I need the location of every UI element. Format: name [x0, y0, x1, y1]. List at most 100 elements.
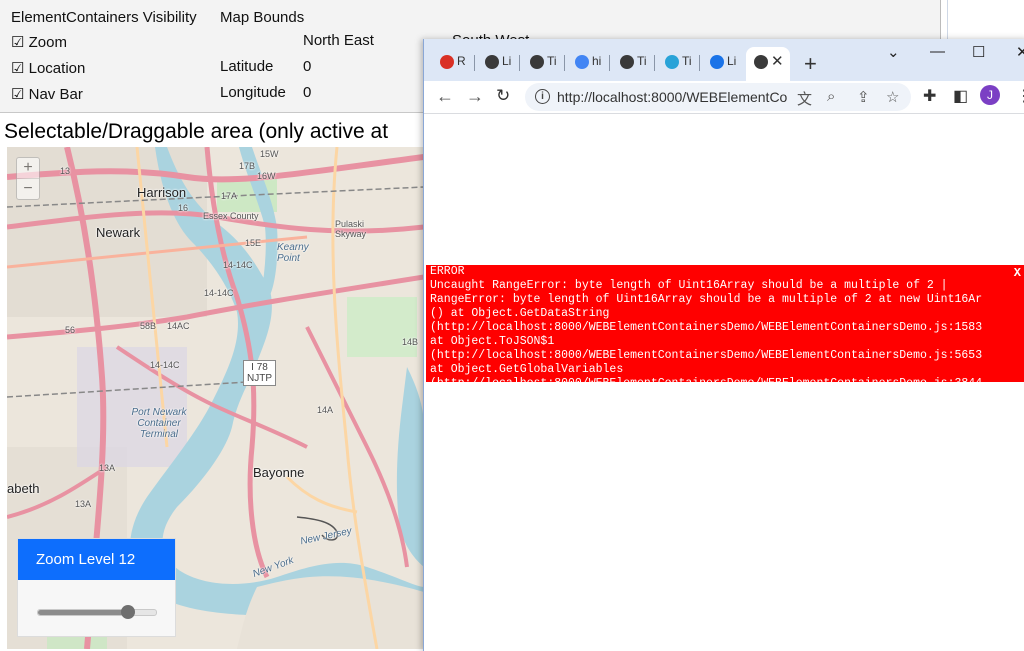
close-window-button[interactable]: ✕: [1016, 43, 1024, 61]
zoom-slider-thumb[interactable]: [120, 605, 135, 619]
error-message: Uncaught RangeError: byte length of Uint…: [426, 279, 1024, 382]
map-label-port-newark: Port Newark Container Terminal: [131, 407, 187, 440]
browser-toolbar: ← → ↻ i http://localhost:8000/WEBElement…: [424, 81, 1024, 114]
tab-title: Ti: [637, 54, 647, 68]
profile-avatar[interactable]: J: [980, 85, 1000, 105]
map-shield-14a: 14A: [317, 405, 334, 415]
new-tab-button[interactable]: +: [804, 51, 817, 77]
map-shield-14b: 14B: [402, 337, 419, 347]
error-line: at Object.ToJSON$1: [430, 335, 555, 348]
map-label-elizabeth: abeth: [7, 481, 40, 496]
tab-separator: [699, 55, 700, 71]
error-line: at Object.GetGlobalVariables: [430, 363, 624, 376]
browser-tab[interactable]: Li: [477, 50, 513, 74]
longitude-value: 0: [303, 84, 312, 101]
map-label-bayonne: Bayonne: [253, 465, 305, 480]
tab-title: Li: [502, 54, 512, 68]
location-checkbox-label: Location: [28, 60, 86, 77]
address-bar[interactable]: i http://localhost:8000/WEBElementCo... …: [525, 83, 911, 111]
zoom-level-title: Zoom Level 12: [18, 539, 175, 580]
back-button[interactable]: ←: [436, 86, 454, 107]
zoom-slider[interactable]: [37, 605, 157, 619]
zoom-icon[interactable]: ⌕: [827, 88, 835, 105]
browser-tab[interactable]: Ti: [522, 50, 558, 74]
bookmark-star-icon[interactable]: ☆: [886, 88, 899, 106]
browser-tab[interactable]: hi: [567, 50, 603, 74]
checkbox-checked-icon: ☑: [11, 86, 25, 103]
tab-separator: [609, 55, 610, 71]
map-shield-16: 16: [178, 203, 189, 213]
map-shield-58b: 58B: [140, 321, 157, 331]
side-panel-icon[interactable]: ◧: [953, 86, 968, 106]
share-icon[interactable]: ⇪: [857, 88, 870, 106]
map-shield-14-14c-c: 14-14C: [150, 360, 180, 370]
tab-separator: [519, 55, 520, 71]
error-line: (http://localhost:8000/WEBElementContain…: [430, 321, 983, 334]
tab-title: Li: [727, 54, 737, 68]
browser-tab[interactable]: R: [432, 50, 468, 74]
globe-icon: [530, 55, 544, 69]
selectable-area-title: Selectable/Draggable area (only active a…: [4, 120, 389, 143]
error-line: (http://localhost:8000/WEBElementContain…: [430, 349, 983, 362]
headset-icon: [710, 55, 724, 69]
browser-tab[interactable]: Ti: [612, 50, 648, 74]
globe-icon: [485, 55, 499, 69]
latitude-value: 0: [303, 58, 312, 75]
map-shield-56: 56: [65, 325, 76, 335]
error-overlay: ERROR X Uncaught RangeError: byte length…: [426, 265, 1024, 382]
chevron-down-icon[interactable]: ⌄: [887, 43, 900, 61]
map-label-kearny-point: Kearny Point: [277, 242, 309, 264]
longitude-label: Longitude: [220, 84, 286, 101]
zoom-checkbox-label: Zoom: [28, 34, 67, 51]
translate-icon[interactable]: 文: [797, 88, 812, 109]
shield-njtp-text: NJTP: [247, 373, 272, 384]
map-shield-15w: 15W: [260, 149, 279, 159]
info-icon[interactable]: i: [535, 89, 550, 104]
map-zoom-out-button[interactable]: −: [17, 178, 39, 199]
reload-button[interactable]: ↻: [496, 86, 510, 106]
error-line: Uncaught RangeError: byte length of Uint…: [430, 279, 948, 292]
error-close-button[interactable]: X: [1014, 266, 1021, 280]
map-shield-13a: 13A: [99, 463, 116, 473]
map-bounds-title: Map Bounds: [220, 9, 305, 26]
tab-close-button[interactable]: ✕: [771, 52, 784, 70]
gmail-icon: [440, 55, 454, 69]
map-shield-13: 13: [60, 166, 71, 176]
shield-i78-text: I 78: [251, 362, 268, 373]
minimize-button[interactable]: —: [930, 43, 945, 60]
checkbox-checked-icon: ☑: [11, 60, 25, 77]
checkbox-checked-icon: ☑: [11, 34, 25, 51]
map-label-essex: Essex County: [203, 211, 259, 221]
extensions-icon[interactable]: ✚: [923, 86, 936, 106]
zoom-checkbox[interactable]: ☑ Zoom: [11, 33, 67, 51]
navbar-checkbox-label: Nav Bar: [28, 86, 83, 103]
forward-button[interactable]: →: [466, 86, 484, 107]
latitude-label: Latitude: [220, 58, 274, 75]
map-zoom-in-button[interactable]: +: [17, 158, 39, 178]
maximize-button[interactable]: ☐: [972, 43, 985, 61]
map-shield-14-14c-b: 14-14C: [204, 288, 234, 298]
map-shield-17b: 17B: [239, 161, 256, 171]
google-icon: [575, 55, 589, 69]
tab-title: R: [457, 54, 466, 68]
visibility-title: ElementContainers Visibility: [11, 9, 197, 26]
zoom-level-card: Zoom Level 12: [17, 538, 176, 637]
map-shield-15e: 15E: [245, 238, 262, 248]
active-tab[interactable]: ✕: [746, 47, 790, 81]
browser-tab-strip: R Li Ti hi Ti Ti Li ✕ + ⌄ — ☐ ✕: [424, 39, 1024, 81]
location-checkbox[interactable]: ☑ Location: [11, 59, 85, 77]
map-label-harrison: Harrison: [137, 185, 187, 200]
loading-icon: [665, 55, 679, 69]
zoom-slider-fill: [38, 610, 128, 615]
map-shield-17a: 17A: [221, 191, 238, 201]
tab-separator: [474, 55, 475, 71]
map-shield-13a-b: 13A: [75, 499, 92, 509]
tab-title: Ti: [547, 54, 557, 68]
north-east-header: North East: [303, 32, 374, 49]
menu-icon[interactable]: ⋮: [1016, 86, 1024, 106]
globe-icon: [754, 55, 768, 69]
map-shield-14ac: 14AC: [167, 321, 190, 331]
browser-tab[interactable]: Li: [702, 50, 738, 74]
browser-tab[interactable]: Ti: [657, 50, 693, 74]
navbar-checkbox[interactable]: ☑ Nav Bar: [11, 85, 83, 103]
